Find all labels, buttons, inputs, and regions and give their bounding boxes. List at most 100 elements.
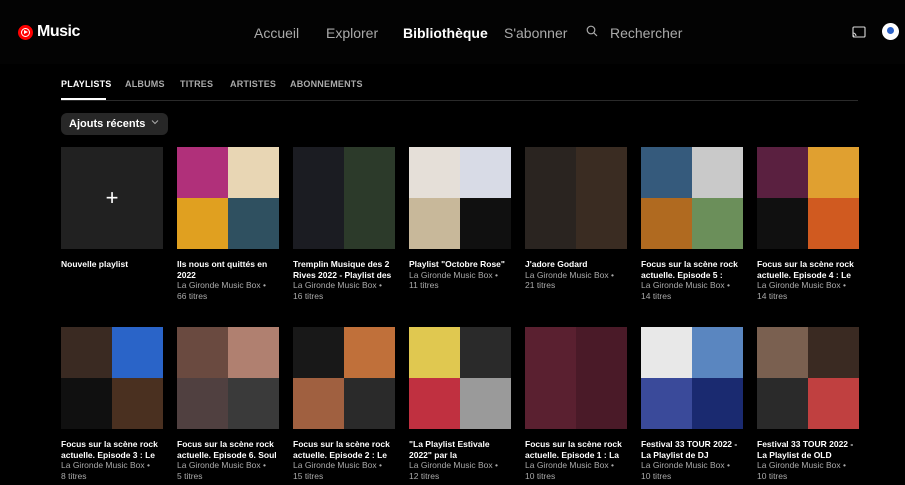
thumbnail-quadrant [344,327,395,378]
thumbnail-quadrant [757,327,808,378]
playlist-card[interactable]: J'adore Godard La Gironde Music Box • 21 t… [525,147,627,291]
playlist-author[interactable]: La Gironde Music Box • [293,460,395,471]
playlist-title[interactable]: Ils nous ont quittés en 2022 [177,259,279,280]
thumbnail-quadrant [757,198,808,249]
playlist-author[interactable]: La Gironde Music Box • [293,280,395,291]
nav-explorer[interactable]: Explorer [326,25,378,41]
playlist-card[interactable]: Focus sur la scène rock actuelle. Episod… [61,327,163,481]
playlist-author[interactable]: La Gironde Music Box • [409,460,511,471]
playlist-author[interactable]: La Gironde Music Box • [641,280,743,291]
tab-artistes[interactable]: ARTISTES [230,79,276,89]
playlist-track-count: 10 titres [641,470,672,481]
playlist-card[interactable]: Tremplin Musique des 2 Rives 2022 - Play… [293,147,395,301]
playlist-thumbnail[interactable] [757,327,859,429]
tab-playlists[interactable]: PLAYLISTS [61,79,111,89]
playlist-author[interactable]: La Gironde Music Box • [177,280,279,291]
playlist-title[interactable]: Focus sur la scène rock actuelle. Episod… [757,259,859,280]
playlist-author[interactable]: La Gironde Music Box • [409,270,511,281]
playlist-thumbnail[interactable] [293,327,395,429]
thumbnail-quadrant [344,198,395,249]
playlist-track-count: 8 titres [61,470,87,481]
playlist-track-count: 10 titres [525,470,556,481]
playlist-thumbnail[interactable] [293,147,395,249]
playlist-thumbnail[interactable] [177,327,279,429]
playlist-author[interactable]: La Gironde Music Box • [525,270,627,281]
playlist-thumbnail[interactable] [641,147,743,249]
playlist-title[interactable]: Festival 33 TOUR 2022 - La Playlist de O… [757,439,859,460]
sort-dropdown-label: Ajouts récents [69,118,146,130]
avatar[interactable] [882,23,899,40]
chevron-down-icon [151,120,159,125]
playlist-title[interactable]: Festival 33 TOUR 2022 - La Playlist de D… [641,439,743,460]
playlist-thumbnail[interactable] [409,147,511,249]
playlist-author[interactable]: La Gironde Music Box • [757,280,859,291]
tab-abonnements[interactable]: ABONNEMENTS [290,79,363,89]
playlist-title[interactable]: Focus sur la scène rock actuelle. Episod… [641,259,743,280]
thumbnail-quadrant [112,378,163,429]
playlist-author[interactable]: La Gironde Music Box • [61,460,163,471]
thumbnail-quadrant [525,378,576,429]
playlist-title[interactable]: Playlist "Octobre Rose" [409,259,511,270]
playlist-title[interactable]: Focus sur la scène rock actuelle. Episod… [61,439,163,460]
playlist-title[interactable]: Focus sur la scène rock actuelle. Episod… [525,439,627,460]
active-tab-indicator [61,98,106,100]
playlist-card[interactable]: Focus sur la scène rock actuelle. Episod… [525,327,627,481]
playlist-thumbnail[interactable] [177,147,279,249]
thumbnail-quadrant [808,198,859,249]
new-playlist-thumbnail[interactable]: + [61,147,163,249]
nav-sabonner[interactable]: S'abonner [504,25,567,41]
playlist-card[interactable]: Ils nous ont quittés en 2022 La Gironde M… [177,147,279,301]
playlist-thumbnail[interactable] [525,327,627,429]
playlist-thumbnail[interactable] [525,147,627,249]
playlist-track-count: 14 titres [641,290,672,301]
playlist-thumbnail[interactable] [61,327,163,429]
thumbnail-quadrant [576,198,627,249]
playlist-thumbnail[interactable] [641,327,743,429]
plus-icon: + [105,185,119,210]
nav-bibliotheque[interactable]: Bibliothèque [403,25,488,41]
playlist-author[interactable]: La Gironde Music Box • [757,460,859,471]
playlist-card[interactable]: "La Playlist Estivale 2022" par la La Gir… [409,327,511,481]
thumbnail-quadrant [112,327,163,378]
playlist-card[interactable]: Festival 33 TOUR 2022 - La Playlist de D… [641,327,743,481]
nav-accueil[interactable]: Accueil [254,25,299,41]
sort-dropdown[interactable]: Ajouts récents [61,113,168,135]
playlist-track-count: 11 titres [409,280,439,290]
thumbnail-quadrant [757,378,808,429]
playlist-card[interactable]: Focus sur la scène rock actuelle. Episod… [293,327,395,481]
playlist-title[interactable]: Focus sur la scène rock actuelle. Episod… [177,439,279,460]
thumbnail-quadrant [525,198,576,249]
new-playlist-card[interactable]: + Nouvelle playlist [61,147,163,270]
tabs-divider [61,100,858,101]
playlist-card[interactable]: Focus sur la scène rock actuelle. Episod… [757,147,859,301]
playlist-card[interactable]: Focus sur la scène rock actuelle. Episod… [177,327,279,481]
playlist-title[interactable]: J'adore Godard [525,259,627,270]
playlist-author[interactable]: La Gironde Music Box • [177,460,279,471]
playlist-card[interactable]: Focus sur la scène rock actuelle. Episod… [641,147,743,301]
top-bar: Music Accueil Explorer Bibliothèque S'ab… [0,0,905,64]
playlist-title[interactable]: Focus sur la scène rock actuelle. Episod… [293,439,395,460]
new-playlist-title[interactable]: Nouvelle playlist [61,259,163,270]
playlist-thumbnail[interactable] [757,147,859,249]
playlist-card[interactable]: Festival 33 TOUR 2022 - La Playlist de O… [757,327,859,481]
thumbnail-quadrant [460,198,511,249]
playlist-thumbnail[interactable] [409,327,511,429]
tab-albums[interactable]: ALBUMS [125,79,165,89]
playlist-card[interactable]: Playlist "Octobre Rose" La Gironde Music … [409,147,511,291]
thumbnail-quadrant [177,198,228,249]
playlist-author[interactable]: La Gironde Music Box • [641,460,743,471]
tab-titres[interactable]: TITRES [180,79,213,89]
playlist-title[interactable]: Tremplin Musique des 2 Rives 2022 - Play… [293,259,395,280]
playlist-title[interactable]: "La Playlist Estivale 2022" par la [409,439,511,460]
thumbnail-quadrant [177,327,228,378]
thumbnail-quadrant [293,378,344,429]
playlist-track-count: 14 titres [757,290,788,301]
logo-text: Music [37,23,80,40]
thumbnail-quadrant [808,327,859,378]
playlist-author[interactable]: La Gironde Music Box • [525,460,627,471]
logo[interactable]: Music [18,23,80,41]
cast-icon[interactable] [852,26,866,38]
search-icon[interactable] [586,25,598,37]
thumbnail-quadrant [344,147,395,198]
search-input[interactable]: Rechercher [610,25,682,41]
